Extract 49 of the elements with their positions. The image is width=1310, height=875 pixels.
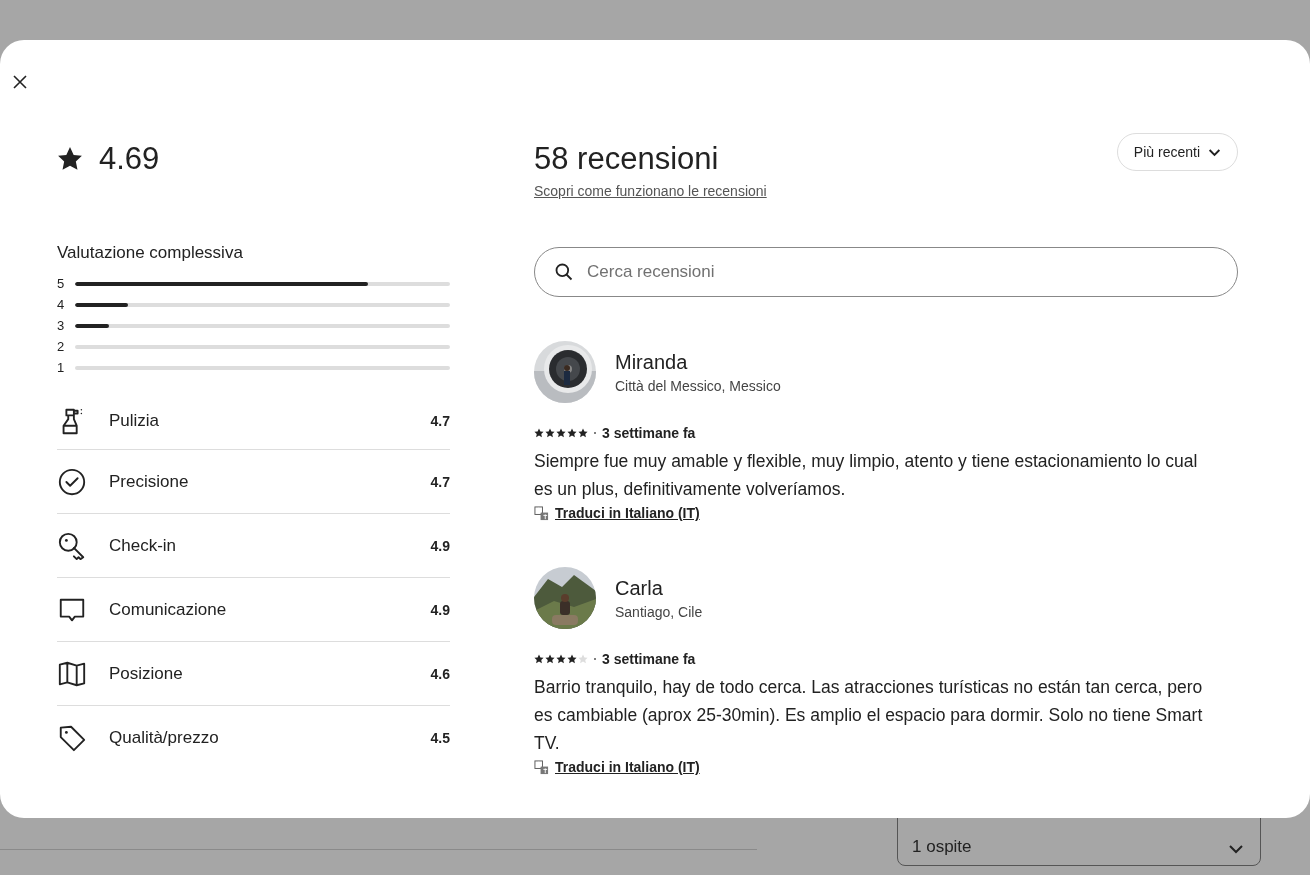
star-icon: [545, 428, 555, 438]
reviewer-name: Carla: [615, 576, 664, 600]
star-icon: [57, 146, 83, 172]
category-label: Pulizia: [109, 410, 161, 431]
rating-value: 4.69: [99, 141, 160, 177]
star-icon: [545, 654, 555, 664]
category-label: Posizione: [109, 663, 184, 684]
category-score: 4.5: [430, 729, 450, 746]
translate-icon: [534, 505, 549, 521]
star-icon: [567, 428, 577, 438]
category-label: Comunicazione: [109, 599, 228, 620]
category-label: Precisione: [109, 471, 190, 492]
star-icon: [534, 428, 544, 438]
star-icon: [556, 654, 566, 664]
reviewer-name: Miranda: [615, 350, 689, 374]
star-icon: [534, 654, 544, 664]
sort-button[interactable]: Più recenti: [1116, 133, 1238, 171]
reviews-info-link[interactable]: Scopri come funzionano le recensioni: [534, 183, 767, 199]
reviews-title: 58 recensioni: [534, 141, 720, 177]
check-circle-icon: [57, 466, 87, 497]
search-field[interactable]: Cerca recensioni: [534, 247, 1238, 297]
close-icon: [12, 74, 28, 90]
review-date: 3 settimane fa: [602, 651, 696, 667]
bar-label: 4: [57, 297, 65, 312]
category-score: 4.9: [430, 537, 450, 554]
reviewer-location: Città del Messico, Messico: [615, 377, 781, 394]
star-icon: [567, 654, 577, 664]
review-text: Barrio tranquilo, hay de todo cerca. Las atracciones turísticas no están tan cerca, pero es cambiable (aprox 25-30min). Es amplio el espacio para dormir. Solo no tiene Smart TV.: [534, 676, 1204, 755]
category-score: 4.7: [430, 412, 450, 429]
star-icon: [578, 654, 588, 664]
section-title: Valutazione complessiva: [57, 243, 244, 263]
translate-link[interactable]: Traduci in Italiano (IT): [555, 505, 700, 521]
star-icon: [578, 428, 588, 438]
category-label: Check-in: [109, 535, 178, 556]
review-text: Siempre fue muy amable y flexible, muy limpio, atento y tiene estacionamiento lo cual es un plus, definitivamente volveríamos.: [534, 450, 1199, 501]
category-label: Qualità/prezzo: [109, 727, 220, 748]
review-date: 3 settimane fa: [602, 425, 696, 441]
bar-label: 1: [57, 360, 65, 375]
translate-icon: [534, 759, 549, 775]
bar-label: 3: [57, 318, 65, 333]
reviewer-location: Santiago, Cile: [615, 603, 703, 620]
key-icon: [57, 530, 87, 561]
category-score: 4.7: [430, 473, 450, 490]
star-icon: [556, 428, 566, 438]
category-score: 4.6: [430, 665, 450, 682]
category-score: 4.9: [430, 601, 450, 618]
bar-label: 2: [57, 339, 65, 354]
bar-label: 5: [57, 276, 65, 291]
translate-link[interactable]: Traduci in Italiano (IT): [555, 759, 700, 775]
